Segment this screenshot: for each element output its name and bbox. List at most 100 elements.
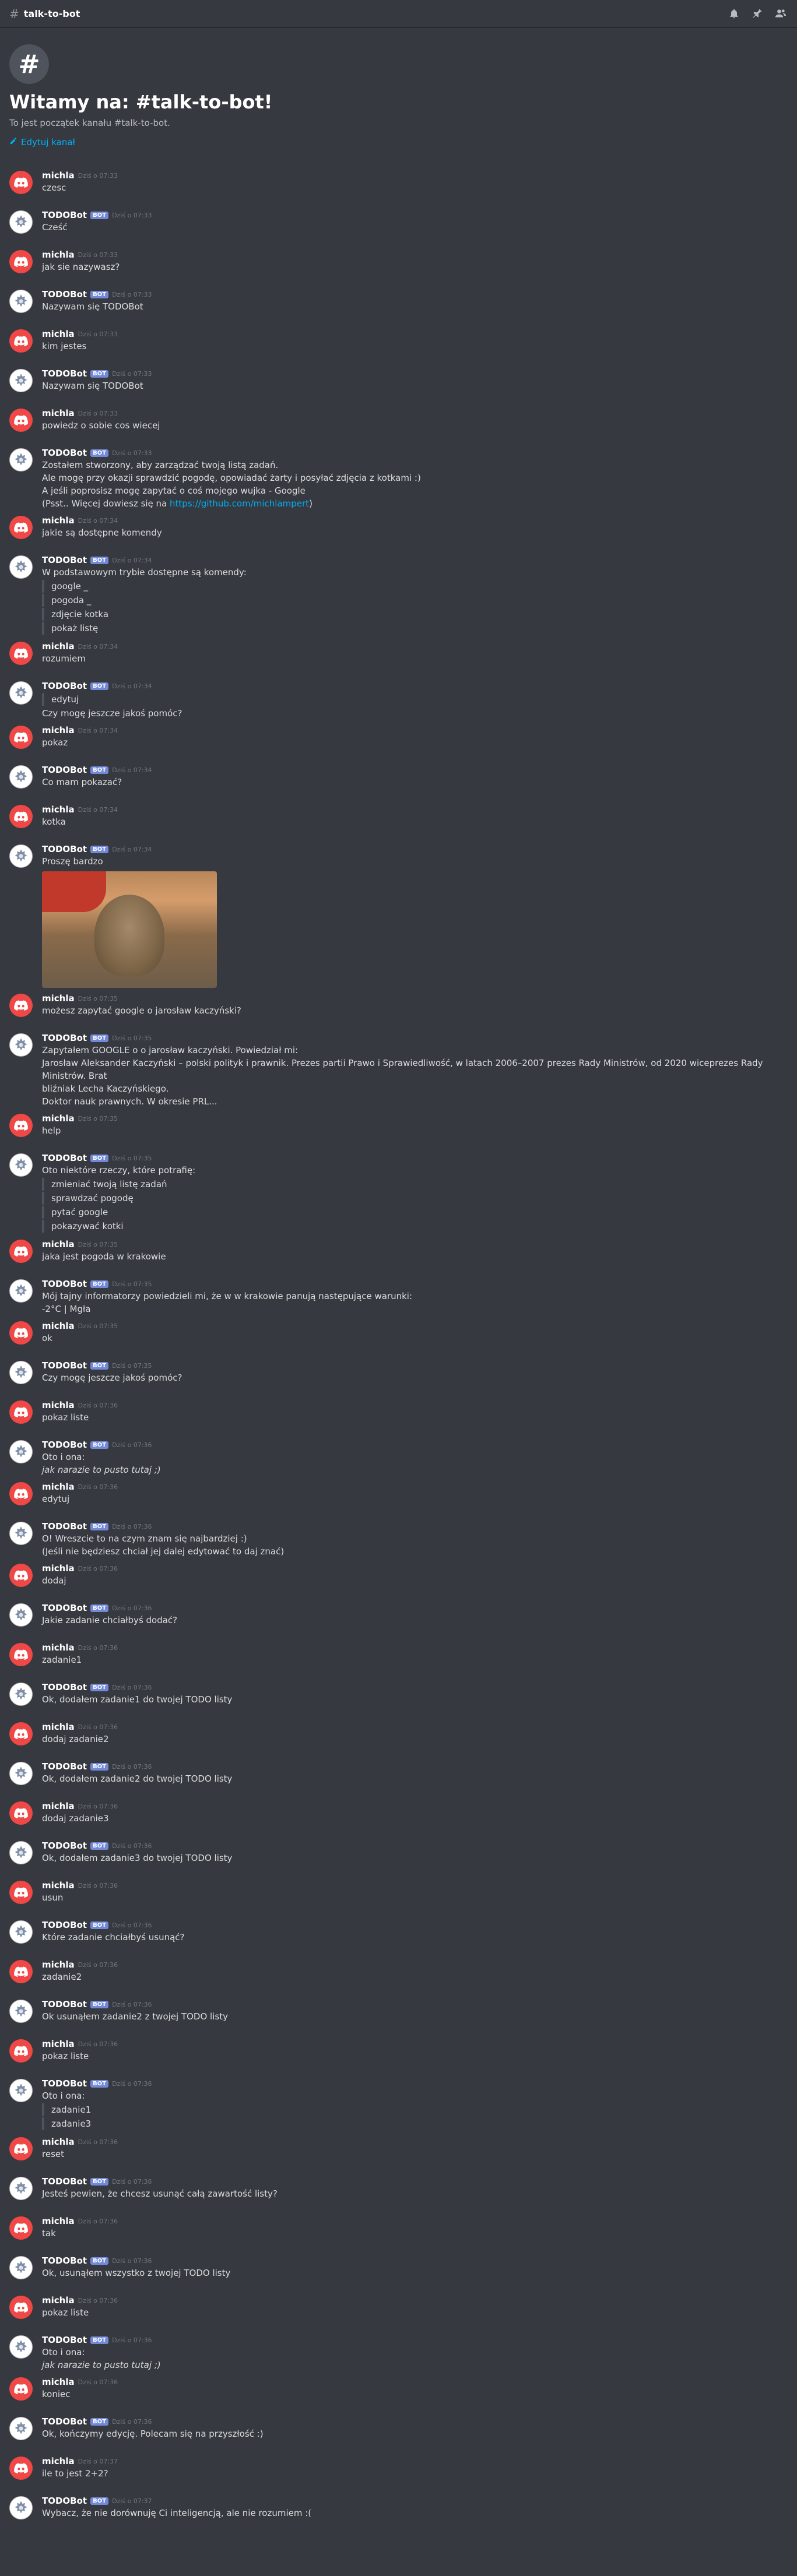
- message-author[interactable]: michla: [42, 1880, 75, 1891]
- bot-avatar-icon[interactable]: [9, 1683, 33, 1706]
- kitten-photo[interactable]: [42, 871, 217, 988]
- message-author[interactable]: michla: [42, 170, 75, 181]
- message-author[interactable]: michla: [42, 249, 75, 260]
- message-author[interactable]: TODOBot: [42, 1279, 87, 1289]
- message-author[interactable]: TODOBot: [42, 1440, 87, 1450]
- bot-avatar-icon[interactable]: [9, 369, 33, 392]
- user-avatar-icon[interactable]: [9, 2377, 33, 2401]
- message-author[interactable]: michla: [42, 641, 75, 652]
- bot-avatar-icon[interactable]: [9, 765, 33, 789]
- bot-avatar-icon[interactable]: [9, 555, 33, 579]
- message-author[interactable]: michla: [42, 1642, 75, 1653]
- message-author[interactable]: michla: [42, 2137, 75, 2147]
- user-avatar-icon[interactable]: [9, 2039, 33, 2063]
- message-author[interactable]: michla: [42, 1481, 75, 1492]
- user-avatar-icon[interactable]: [9, 994, 33, 1017]
- message-author[interactable]: TODOBot: [42, 844, 87, 854]
- message-author[interactable]: TODOBot: [42, 1033, 87, 1043]
- message-author[interactable]: michla: [42, 993, 75, 1004]
- message-author[interactable]: TODOBot: [42, 1682, 87, 1692]
- message-author[interactable]: TODOBot: [42, 1521, 87, 1532]
- message-author[interactable]: michla: [42, 1959, 75, 1970]
- user-avatar-icon[interactable]: [9, 2137, 33, 2160]
- message-author[interactable]: michla: [42, 329, 75, 339]
- user-avatar-icon[interactable]: [9, 1564, 33, 1587]
- bot-avatar-icon[interactable]: [9, 290, 33, 313]
- user-avatar-icon[interactable]: [9, 1643, 33, 1666]
- message-author[interactable]: TODOBot: [42, 555, 87, 565]
- message-author[interactable]: michla: [42, 515, 75, 526]
- bot-avatar-icon[interactable]: [9, 1920, 33, 1944]
- message-author[interactable]: TODOBot: [42, 1153, 87, 1163]
- bot-avatar-icon[interactable]: [9, 1279, 33, 1303]
- bot-avatar-icon[interactable]: [9, 1522, 33, 1545]
- message-author[interactable]: TODOBot: [42, 210, 87, 220]
- message-author[interactable]: michla: [42, 804, 75, 815]
- message-author[interactable]: TODOBot: [42, 2335, 87, 2345]
- message-author[interactable]: michla: [42, 1400, 75, 1410]
- user-avatar-icon[interactable]: [9, 171, 33, 194]
- message-author[interactable]: michla: [42, 408, 75, 418]
- user-avatar-icon[interactable]: [9, 1960, 33, 1983]
- message-author[interactable]: michla: [42, 1563, 75, 1574]
- bot-avatar-icon[interactable]: [9, 2417, 33, 2440]
- bot-avatar-icon[interactable]: [9, 2177, 33, 2200]
- message-author[interactable]: TODOBot: [42, 448, 87, 458]
- bot-avatar-icon[interactable]: [9, 1440, 33, 1463]
- bot-avatar-icon[interactable]: [9, 2256, 33, 2279]
- message-author[interactable]: michla: [42, 1113, 75, 1124]
- bot-avatar-icon[interactable]: [9, 1153, 33, 1177]
- user-avatar-icon[interactable]: [9, 1240, 33, 1263]
- message-author[interactable]: michla: [42, 2216, 75, 2226]
- message-author[interactable]: michla: [42, 2456, 75, 2466]
- message-author[interactable]: michla: [42, 1722, 75, 1732]
- message-author[interactable]: michla: [42, 1239, 75, 1250]
- message-author[interactable]: TODOBot: [42, 1603, 87, 1613]
- user-avatar-icon[interactable]: [9, 1400, 33, 1424]
- user-avatar-icon[interactable]: [9, 2296, 33, 2319]
- bot-avatar-icon[interactable]: [9, 844, 33, 868]
- message-author[interactable]: michla: [42, 2039, 75, 2049]
- user-avatar-icon[interactable]: [9, 1801, 33, 1825]
- member-list-icon[interactable]: [775, 8, 788, 20]
- user-avatar-icon[interactable]: [9, 642, 33, 665]
- user-avatar-icon[interactable]: [9, 1114, 33, 1137]
- message-author[interactable]: TODOBot: [42, 2255, 87, 2266]
- message-author[interactable]: michla: [42, 1801, 75, 1811]
- message-author[interactable]: TODOBot: [42, 2496, 87, 2506]
- user-avatar-icon[interactable]: [9, 1482, 33, 1505]
- bot-avatar-icon[interactable]: [9, 448, 33, 471]
- message-author[interactable]: TODOBot: [42, 1360, 87, 1371]
- bot-avatar-icon[interactable]: [9, 1603, 33, 1627]
- user-avatar-icon[interactable]: [9, 2216, 33, 2240]
- message-author[interactable]: michla: [42, 1321, 75, 1331]
- user-avatar-icon[interactable]: [9, 726, 33, 749]
- message-author[interactable]: TODOBot: [42, 1840, 87, 1851]
- bot-avatar-icon[interactable]: [9, 681, 33, 705]
- bot-avatar-icon[interactable]: [9, 210, 33, 234]
- message-author[interactable]: michla: [42, 725, 75, 736]
- user-avatar-icon[interactable]: [9, 250, 33, 273]
- message-author[interactable]: TODOBot: [42, 1920, 87, 1930]
- message-author[interactable]: michla: [42, 2377, 75, 2387]
- message-author[interactable]: TODOBot: [42, 368, 87, 379]
- bot-avatar-icon[interactable]: [9, 1361, 33, 1384]
- user-avatar-icon[interactable]: [9, 516, 33, 539]
- message-author[interactable]: TODOBot: [42, 2078, 87, 2089]
- user-avatar-icon[interactable]: [9, 805, 33, 828]
- message-author[interactable]: TODOBot: [42, 765, 87, 775]
- edit-channel-link[interactable]: Edytuj kanał: [9, 137, 75, 147]
- message-author[interactable]: TODOBot: [42, 2176, 87, 2187]
- github-link[interactable]: https://github.com/michlampert: [170, 498, 309, 509]
- user-avatar-icon[interactable]: [9, 1321, 33, 1345]
- bot-avatar-icon[interactable]: [9, 2079, 33, 2102]
- notification-bell-icon[interactable]: [728, 8, 741, 20]
- message-author[interactable]: TODOBot: [42, 681, 87, 691]
- message-author[interactable]: michla: [42, 2295, 75, 2306]
- message-author[interactable]: TODOBot: [42, 289, 87, 300]
- user-avatar-icon[interactable]: [9, 1722, 33, 1746]
- bot-avatar-icon[interactable]: [9, 1762, 33, 1785]
- user-avatar-icon[interactable]: [9, 409, 33, 432]
- user-avatar-icon[interactable]: [9, 329, 33, 353]
- bot-avatar-icon[interactable]: [9, 2496, 33, 2519]
